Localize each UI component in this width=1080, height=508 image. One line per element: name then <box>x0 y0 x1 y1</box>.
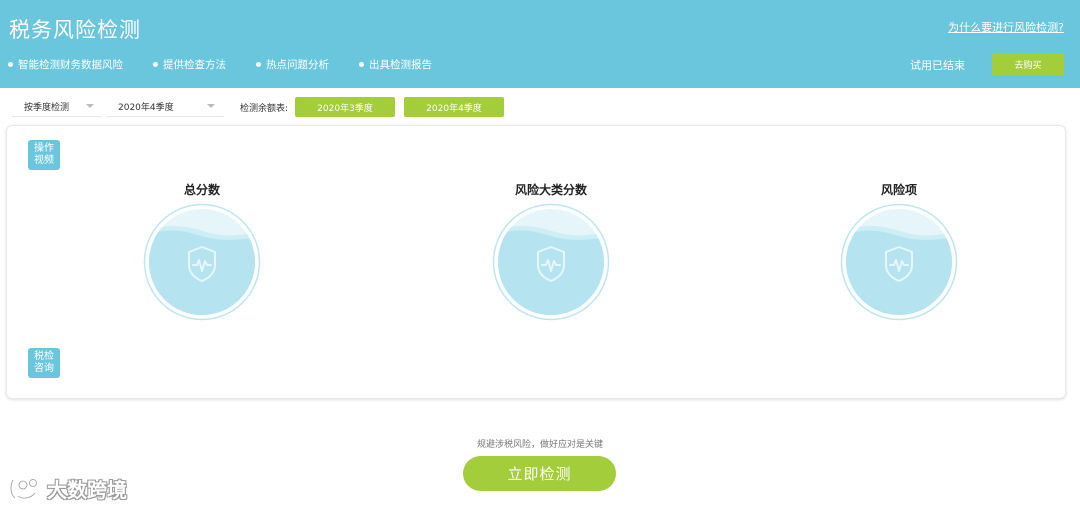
trial-status: 试用已结束 <box>910 59 965 72</box>
balance-label: 检测余额表: <box>240 104 289 114</box>
feature-item: 热点问题分析 <box>256 57 329 72</box>
detect-now-button[interactable]: 立即检测 <box>463 456 616 491</box>
season-button[interactable]: 2020年4季度 <box>404 97 504 117</box>
side-button-line: 视频 <box>34 155 54 166</box>
side-button-line: 操作 <box>34 143 54 154</box>
feature-item: 提供检查方法 <box>153 57 226 72</box>
feature-label: 热点问题分析 <box>266 59 329 71</box>
total-score-gauge <box>143 203 261 321</box>
app-title: 税务风险检测 <box>9 18 141 42</box>
feature-item: 出具检测报告 <box>359 57 432 72</box>
feature-label: 出具检测报告 <box>369 59 432 71</box>
caret-down-icon <box>207 104 215 108</box>
tax-consult-button[interactable]: 税检 咨询 <box>28 348 60 378</box>
feature-list: 智能检测财务数据风险 提供检查方法 热点问题分析 出具检测报告 <box>8 57 462 72</box>
period-select[interactable]: 2020年4季度 <box>106 96 223 117</box>
feature-label: 智能检测财务数据风险 <box>18 59 123 71</box>
mode-select[interactable]: 按季度检测 <box>12 96 102 117</box>
feature-label: 提供检查方法 <box>163 59 226 71</box>
bullet-icon <box>256 62 261 67</box>
side-button-line: 咨询 <box>34 363 54 374</box>
mode-select-value: 按季度检测 <box>24 102 70 113</box>
metric-title-total-score: 总分数 <box>183 183 221 197</box>
feature-item: 智能检测财务数据风险 <box>8 57 123 72</box>
bullet-icon <box>153 62 158 67</box>
bullet-icon <box>8 62 13 67</box>
buy-button[interactable]: 去购买 <box>992 53 1064 76</box>
why-detect-link[interactable]: 为什么要进行风险检测? <box>948 19 1064 35</box>
watermark: 大数跨境 <box>9 474 127 503</box>
risk-items-gauge <box>840 203 958 321</box>
watermark-logo-icon <box>9 477 38 499</box>
caret-down-icon <box>86 104 94 108</box>
side-button-line: 税检 <box>34 351 54 362</box>
metric-title-category-score: 风险大类分数 <box>514 183 588 197</box>
detect-tip: 规避涉税风险，做好应对是关键 <box>476 440 603 450</box>
metric-title-risk-items: 风险项 <box>880 183 918 197</box>
period-select-value: 2020年4季度 <box>118 102 174 113</box>
season-button[interactable]: 2020年3季度 <box>295 97 395 117</box>
bullet-icon <box>359 62 364 67</box>
top-banner: 税务风险检测 为什么要进行风险检测? 智能检测财务数据风险 提供检查方法 热点问… <box>0 0 1080 88</box>
watermark-text: 大数跨境 <box>47 478 127 502</box>
operation-video-button[interactable]: 操作 视频 <box>28 140 60 170</box>
category-score-gauge <box>492 203 610 321</box>
